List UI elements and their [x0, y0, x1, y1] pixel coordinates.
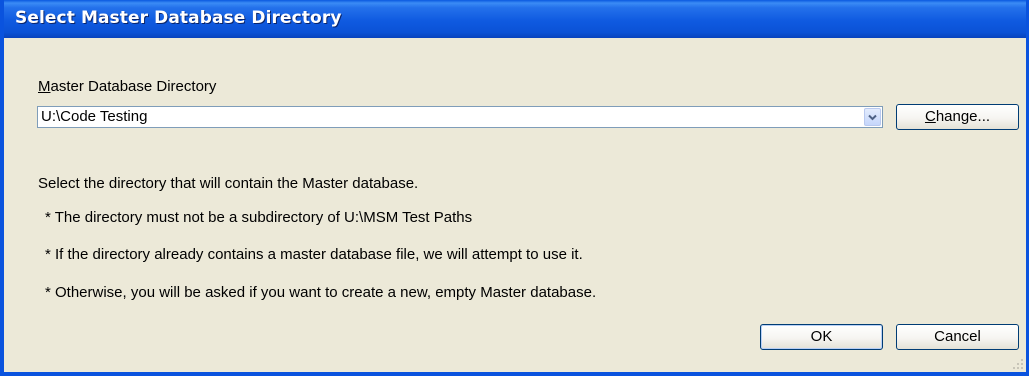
change-button-mnemonic: C [924, 108, 936, 125]
dialog-title: Select Master Database Directory [15, 8, 342, 28]
cancel-button[interactable]: Cancel [896, 324, 1019, 350]
info-bullet: * The directory must not be a subdirecto… [45, 209, 473, 226]
directory-combobox[interactable]: U:\Code Testing [37, 106, 883, 128]
directory-combobox-value: U:\Code Testing [41, 108, 148, 125]
description-text: Select the directory that will contain t… [38, 175, 419, 192]
dropdown-button[interactable] [864, 108, 881, 126]
directory-field-label: Master Database Directory [38, 78, 216, 95]
change-button-label-rest: hange... [935, 108, 991, 125]
info-bullet: * If the directory already contains a ma… [45, 246, 583, 263]
dialog-window: Select Master Database Directory Master … [0, 0, 1029, 376]
resize-grip-icon[interactable] [1012, 358, 1024, 370]
ok-button[interactable]: OK [760, 324, 883, 350]
directory-field-label-rest: aster Database Directory [50, 78, 217, 95]
change-button[interactable]: Change... [896, 104, 1019, 130]
info-bullet: * Otherwise, you will be asked if you wa… [45, 284, 597, 301]
title-bar[interactable]: Select Master Database Directory [4, 0, 1026, 38]
directory-field-label-mnemonic: M [38, 78, 51, 95]
chevron-down-icon [868, 114, 877, 121]
